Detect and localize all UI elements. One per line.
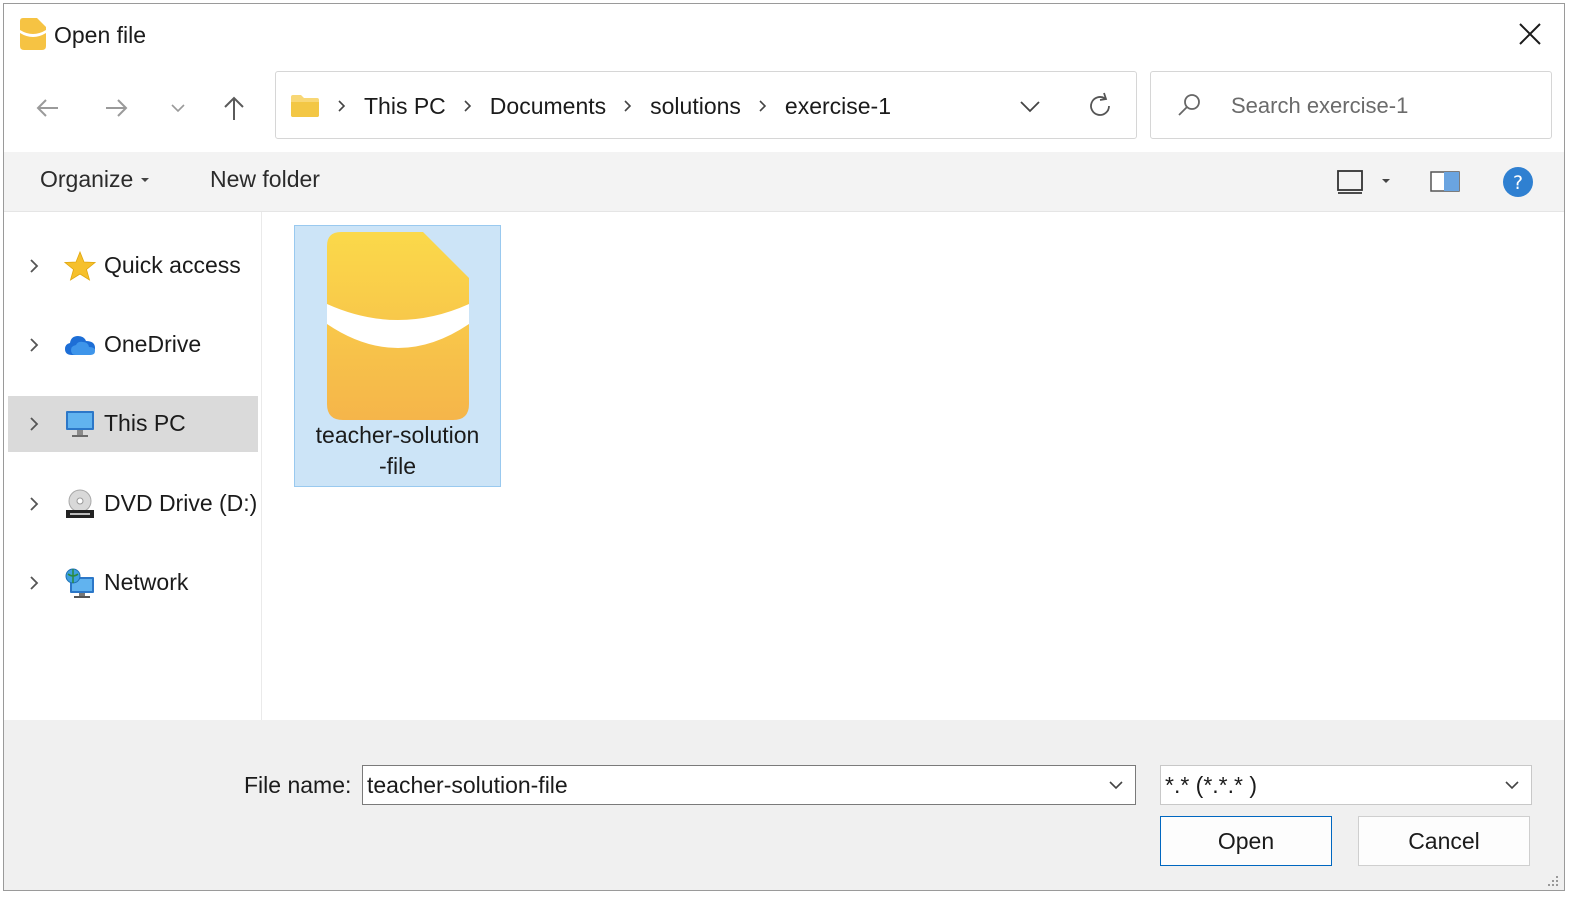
sidebar-item-quick-access[interactable]: Quick access (8, 238, 258, 294)
file-name-input[interactable] (367, 769, 1087, 801)
dialog-footer: File name: *.* (*.*.* ) Open Cancel (4, 720, 1564, 890)
resize-grip-icon[interactable] (1544, 872, 1560, 888)
sidebar-item-label: DVD Drive (D:) (104, 490, 258, 516)
chevron-right-icon[interactable] (26, 573, 42, 593)
cancel-button[interactable]: Cancel (1358, 816, 1530, 866)
file-name-line: -file (378, 453, 417, 479)
chevron-right-icon[interactable] (751, 96, 775, 116)
chevron-right-icon[interactable] (330, 96, 354, 116)
view-options-caret-icon[interactable] (1378, 174, 1394, 190)
breadcrumb-solutions[interactable]: solutions (646, 93, 745, 120)
sidebar-item-this-pc[interactable]: This PC (8, 396, 258, 452)
file-name-label: File name: (244, 772, 352, 798)
command-bar: Organize New folder ? (4, 152, 1564, 212)
file-name: teacher-solution -file (295, 420, 500, 482)
file-list: teacher-solution -file (262, 212, 1564, 720)
computer-icon (66, 411, 94, 437)
app-file-icon (327, 232, 469, 420)
app-icon (20, 18, 46, 50)
chevron-down-icon[interactable] (1499, 772, 1525, 798)
title-bar: Open file (4, 4, 1564, 64)
chevron-right-icon[interactable] (616, 96, 640, 116)
up-arrow-icon[interactable] (218, 92, 250, 124)
chevron-right-icon[interactable] (26, 335, 42, 355)
file-name-line: teacher-solution (315, 422, 480, 448)
chevron-down-icon[interactable] (1014, 90, 1046, 122)
new-folder-label: New folder (210, 166, 320, 192)
sidebar-item-label: OneDrive (104, 331, 202, 357)
file-type-select[interactable]: *.* (*.*.* ) (1160, 765, 1532, 805)
navigation-pane: Quick access OneDrive This PC DVD Drive … (4, 212, 262, 720)
organize-label: Organize (40, 166, 134, 192)
search-input[interactable] (1229, 88, 1543, 124)
breadcrumb-exercise-1[interactable]: exercise-1 (781, 93, 895, 120)
breadcrumb-this-pc[interactable]: This PC (360, 93, 450, 120)
sidebar-item-dvd-drive[interactable]: DVD Drive (D:) (8, 476, 258, 532)
sidebar-item-network[interactable]: Network (8, 555, 258, 611)
chevron-right-icon[interactable] (456, 96, 480, 116)
open-button[interactable]: Open (1160, 816, 1332, 866)
chevron-right-icon[interactable] (26, 414, 42, 434)
chevron-right-icon[interactable] (26, 494, 42, 514)
caret-down-icon (141, 177, 150, 182)
close-icon[interactable] (1514, 18, 1546, 50)
breadcrumb: This PC Documents solutions exercise-1 (324, 72, 895, 140)
window-title: Open file (54, 22, 147, 48)
sidebar-item-onedrive[interactable]: OneDrive (8, 317, 258, 373)
back-arrow-icon[interactable] (32, 92, 64, 124)
breadcrumb-documents[interactable]: Documents (486, 93, 610, 120)
navigation-bar: This PC Documents solutions exercise-1 (4, 64, 1564, 152)
folder-icon (291, 95, 319, 117)
cloud-icon (65, 336, 95, 355)
chevron-down-icon[interactable] (1103, 772, 1129, 798)
help-icon[interactable]: ? (1502, 166, 1534, 198)
refresh-icon[interactable] (1084, 90, 1116, 122)
open-file-dialog: Open file This PC Documents solutions ex… (3, 3, 1565, 891)
dvd-drive-icon (66, 489, 94, 518)
recent-locations-chevron-icon[interactable] (162, 92, 194, 124)
star-icon (64, 250, 96, 281)
file-item[interactable]: teacher-solution -file (294, 225, 501, 487)
new-folder-button[interactable]: New folder (210, 166, 320, 193)
search-icon (1178, 94, 1200, 116)
search-box[interactable] (1150, 71, 1552, 139)
organize-button[interactable]: Organize (40, 166, 153, 193)
file-name-combobox[interactable] (362, 765, 1136, 805)
address-bar[interactable]: This PC Documents solutions exercise-1 (275, 71, 1137, 139)
preview-pane-icon[interactable] (1430, 170, 1462, 194)
sidebar-item-label: Quick access (104, 252, 241, 278)
svg-text:?: ? (1513, 172, 1523, 194)
file-type-value: *.* (*.*.* ) (1165, 772, 1258, 798)
forward-arrow-icon[interactable] (100, 92, 132, 124)
network-icon (65, 568, 94, 598)
sidebar-item-label: Network (104, 569, 189, 595)
sidebar-item-label: This PC (104, 410, 186, 436)
view-layout-icon[interactable] (1336, 168, 1364, 196)
chevron-right-icon[interactable] (26, 256, 42, 276)
